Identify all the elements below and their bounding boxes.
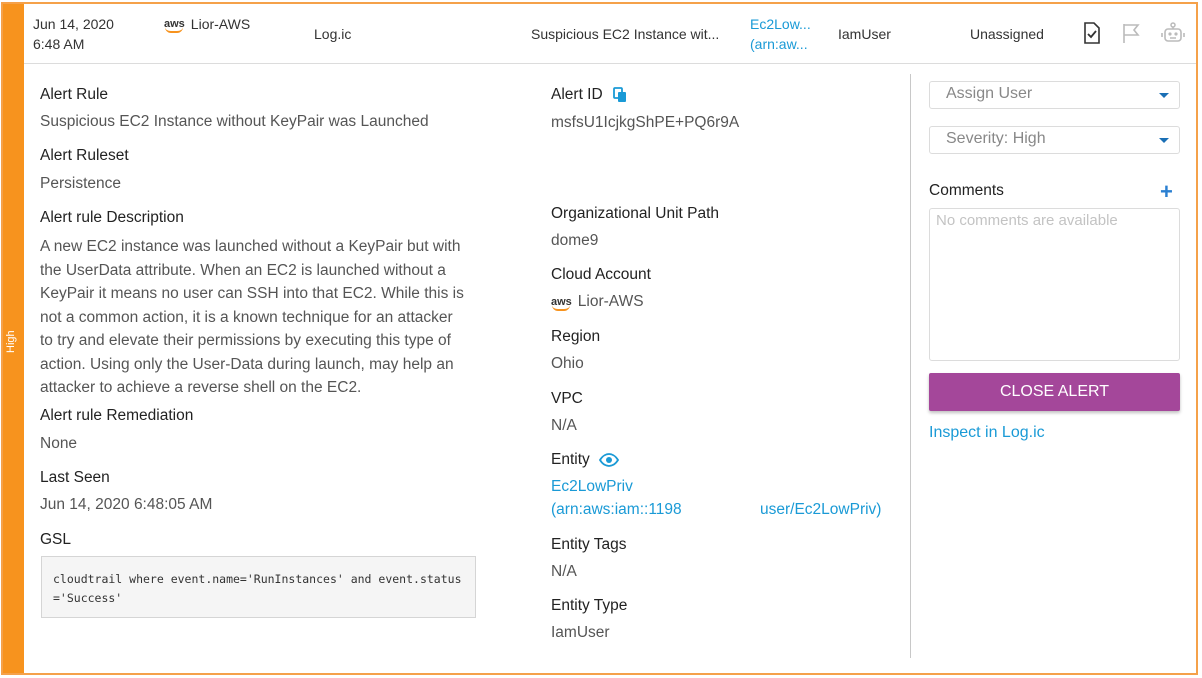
alert-rule-description: A new EC2 instance was launched without …: [40, 235, 478, 400]
header-account-name: Lior-AWS: [190, 16, 251, 32]
alert-rule-remediation-value: None: [40, 435, 78, 452]
description-line: the UserData attribute. When an EC2 is l…: [40, 261, 446, 279]
entity-label-row: Entity: [551, 451, 619, 469]
entity-label: Entity: [551, 451, 590, 468]
flag-icon[interactable]: [1121, 22, 1141, 44]
severity-bar-label: High: [5, 330, 17, 354]
alert-rule-label: Alert Rule: [40, 86, 109, 103]
copy-icon[interactable]: [612, 87, 627, 103]
description-line: A new EC2 instance was launched without …: [40, 238, 461, 255]
entity-tags-label: Entity Tags: [551, 536, 627, 553]
entity-type-value: IamUser: [551, 624, 610, 641]
gsl-label: GSL: [40, 531, 72, 548]
severity-dropdown[interactable]: Severity: High: [929, 126, 1180, 154]
vpc-value: N/A: [551, 417, 577, 434]
description-line: to try and elevate their permissions by …: [40, 332, 451, 349]
entity-arn-tail-link[interactable]: user/Ec2LowPriv): [760, 501, 881, 519]
description-line: attacker to achieve a reverse shell on t…: [40, 379, 362, 396]
entity-tags-value: N/A: [551, 563, 577, 580]
header-entity-link[interactable]: Ec2Low... (arn:aw...: [750, 14, 811, 54]
last-seen-value: Jun 14, 2020 6:48:05 AM: [40, 496, 213, 513]
description-line: not a common action, it is a known techn…: [40, 308, 453, 326]
header-entity-type: IamUser: [838, 26, 891, 42]
alert-rule-remediation-label: Alert rule Remediation: [40, 407, 194, 424]
alert-id-label: Alert ID: [551, 86, 603, 103]
alert-date-time: 6:48 AM: [33, 36, 85, 52]
chevron-down-icon: [1159, 93, 1169, 98]
inspect-link[interactable]: Inspect in Log.ic: [929, 424, 1045, 442]
alert-ruleset-value: Persistence: [40, 175, 121, 192]
robot-icon[interactable]: [1161, 22, 1185, 44]
header-organization: Log.ic: [314, 26, 352, 42]
header-cloud-account: aws Lior-AWS: [164, 14, 250, 34]
assign-user-dropdown[interactable]: Assign User: [929, 81, 1180, 109]
alert-rule-description-label: Alert rule Description: [40, 209, 184, 226]
entity-arn-link[interactable]: (arn:aws:iam::1198: [551, 501, 682, 519]
severity-bar: High: [3, 4, 24, 673]
comments-label: Comments: [929, 182, 1004, 199]
org-unit-path-value: dome9: [551, 232, 599, 249]
vpc-label: VPC: [551, 390, 583, 407]
aws-logo-icon: aws: [551, 296, 572, 311]
alert-row-header[interactable]: Jun 14, 2020 6:48 AM aws Lior-AWS Log.ic…: [24, 4, 1196, 64]
check-document-icon[interactable]: [1082, 22, 1102, 44]
alert-rule-value: Suspicious EC2 Instance without KeyPair …: [40, 113, 429, 130]
region-label: Region: [551, 328, 601, 345]
comments-placeholder: No comments are available: [936, 212, 1118, 229]
cloud-account-label: Cloud Account: [551, 266, 651, 283]
header-rule-name: Suspicious EC2 Instance wit...: [531, 26, 720, 42]
header-entity-arn[interactable]: (arn:aw...: [750, 34, 811, 54]
chevron-down-icon: [1159, 138, 1169, 143]
comments-area[interactable]: No comments are available: [929, 208, 1180, 361]
gsl-code-block[interactable]: cloudtrail where event.name='RunInstance…: [41, 556, 476, 618]
column-divider: [910, 74, 911, 658]
header-assignee: Unassigned: [970, 26, 1044, 42]
assign-user-value: Assign User: [946, 85, 1033, 102]
entity-type-label: Entity Type: [551, 597, 628, 614]
aws-logo-icon: aws: [164, 18, 185, 33]
last-seen-label: Last Seen: [40, 469, 110, 486]
alert-id-label-row: Alert ID: [551, 86, 627, 104]
cloud-account-value-row: aws Lior-AWS: [551, 293, 644, 311]
org-unit-path-label: Organizational Unit Path: [551, 205, 720, 222]
entity-name-link[interactable]: Ec2LowPriv: [551, 478, 633, 496]
add-comment-icon[interactable]: +: [1160, 181, 1173, 203]
header-entity-name[interactable]: Ec2Low...: [750, 14, 811, 34]
alert-ruleset-label: Alert Ruleset: [40, 147, 129, 164]
description-line: action. Using only the User-Data during …: [40, 355, 454, 373]
alert-date-day: Jun 14, 2020: [33, 16, 114, 32]
severity-value: Severity: High: [946, 130, 1046, 147]
region-value: Ohio: [551, 355, 584, 372]
alert-date: Jun 14, 2020 6:48 AM: [33, 14, 114, 54]
alert-detail-panel: High Jun 14, 2020 6:48 AM aws Lior-AWS L…: [1, 2, 1198, 675]
description-line: KeyPair it means no user can SSH into th…: [40, 285, 464, 302]
alert-id-value: msfsU1IcjkgShPE+PQ6r9A: [551, 114, 740, 131]
close-alert-button[interactable]: CLOSE ALERT: [929, 373, 1180, 411]
cloud-account-value: Lior-AWS: [577, 293, 644, 310]
eye-icon[interactable]: [598, 453, 619, 467]
